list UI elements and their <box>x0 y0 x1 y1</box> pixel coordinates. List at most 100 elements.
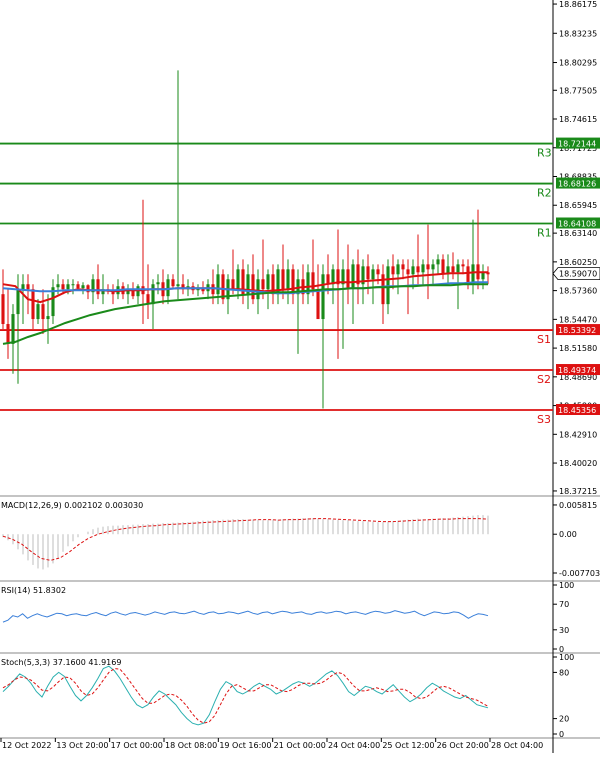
time-tick-label: 25 Oct 12:00 <box>382 741 434 750</box>
candle-body <box>136 286 140 297</box>
price-tick-label: 18.86175 <box>559 0 597 9</box>
time-tick-label: 17 Oct 00:00 <box>111 741 163 750</box>
current-price-text: 18.59070 <box>559 270 597 279</box>
candle-body <box>81 285 85 289</box>
candle-body <box>321 274 325 320</box>
candle-body <box>441 259 445 275</box>
price-tick-label: 18.37215 <box>559 487 597 496</box>
candle-body <box>216 274 220 295</box>
time-tick-label: 13 Oct 20:00 <box>56 741 108 750</box>
candle-body <box>461 264 465 267</box>
candle-body <box>266 274 270 290</box>
candle-body <box>231 279 235 290</box>
candle-body <box>166 279 170 297</box>
price-tick-label: 18.63140 <box>559 229 597 238</box>
time-tick-label: 18 Oct 08:00 <box>165 741 217 750</box>
rsi-tick-label: 70 <box>559 600 569 609</box>
candle-body <box>71 284 75 286</box>
time-tick-label: 21 Oct 00:00 <box>274 741 326 750</box>
rsi-tick-label: 100 <box>559 581 574 590</box>
candle-body <box>346 269 350 290</box>
candle-body <box>151 284 155 305</box>
candle-body <box>451 266 455 273</box>
candle-body <box>286 269 290 290</box>
level-price-tag-text: 18.64108 <box>558 220 596 229</box>
candle-body <box>41 304 45 320</box>
stoch-tick-label: 20 <box>559 715 569 724</box>
candle-body <box>481 272 485 280</box>
candle-body <box>6 324 10 344</box>
candle-body <box>261 279 265 290</box>
level-price-tag-text: 18.72144 <box>558 140 596 149</box>
rsi-line <box>2 610 489 623</box>
candle-body <box>156 282 160 285</box>
macd-tick-label: 0.005815 <box>559 501 597 510</box>
moving-average-line <box>2 271 488 304</box>
candle-body <box>21 284 25 290</box>
candle-body <box>366 266 370 280</box>
candle-body <box>401 264 405 270</box>
rsi-label: RSI(14) 51.8302 <box>1 586 66 595</box>
stoch-label: Stoch(5,3,3) 37.1600 41.9169 <box>1 658 121 667</box>
time-tick-label: 26 Oct 20:00 <box>437 741 489 750</box>
stoch-k-line <box>2 665 489 726</box>
macd-tick-label: 0.00 <box>559 530 577 539</box>
candle-body <box>466 266 470 285</box>
level-label-s1: S1 <box>537 333 551 346</box>
price-tick-label: 18.77505 <box>559 86 597 95</box>
level-label-r3: R3 <box>537 147 552 160</box>
price-tick-label: 18.54470 <box>559 315 597 324</box>
candle-body <box>406 269 410 275</box>
level-price-tag-text: 18.45356 <box>558 406 596 415</box>
level-label-r2: R2 <box>537 187 552 200</box>
candle-body <box>31 289 35 320</box>
price-tick-label: 18.40020 <box>559 459 597 468</box>
candle-body <box>326 274 330 285</box>
candle-body <box>171 279 175 287</box>
candle-body <box>61 284 65 290</box>
level-price-tag-text: 18.49374 <box>558 366 596 375</box>
candle-body <box>256 279 260 300</box>
candle-body <box>371 269 375 280</box>
candle-body <box>376 269 380 275</box>
candle-body <box>176 284 180 287</box>
candle-body <box>291 269 295 295</box>
candle-body <box>351 264 355 290</box>
candle-body <box>316 289 320 320</box>
level-label-s2: S2 <box>537 373 551 386</box>
price-tick-label: 18.57360 <box>559 287 597 296</box>
level-label-s3: S3 <box>537 413 551 426</box>
price-tick-label: 18.80295 <box>559 59 597 68</box>
time-tick-label: 12 Oct 2022 <box>2 741 51 750</box>
candle-body <box>431 264 435 270</box>
candle-body <box>46 316 50 320</box>
candle-body <box>391 266 395 275</box>
candle-body <box>66 284 70 290</box>
rsi-tick-label: 30 <box>559 626 569 635</box>
price-tick-label: 18.42910 <box>559 430 597 439</box>
candle-body <box>26 284 30 290</box>
candle-body <box>211 284 215 295</box>
level-price-tag-text: 18.68126 <box>558 180 596 189</box>
level-label-r1: R1 <box>537 227 552 240</box>
level-price-tag-text: 18.53392 <box>558 326 596 335</box>
candle-body <box>396 264 400 275</box>
moving-average-line <box>2 283 488 345</box>
price-tick-label: 18.74615 <box>559 115 597 124</box>
time-tick-label: 19 Oct 16:00 <box>219 741 271 750</box>
stoch-tick-label: 100 <box>559 653 574 662</box>
time-tick-label: 28 Oct 04:00 <box>491 741 543 750</box>
candle-body <box>456 264 460 273</box>
candle-body <box>436 259 440 265</box>
macd-label: MACD(12,26,9) 0.002102 0.003030 <box>1 501 143 510</box>
time-tick-label: 24 Oct 04:00 <box>328 741 380 750</box>
candle-body <box>426 264 430 270</box>
candle-body <box>36 304 40 320</box>
candle-body <box>1 294 5 325</box>
candle-body <box>251 274 255 300</box>
macd-signal-line <box>2 518 489 561</box>
candle-body <box>411 266 415 275</box>
stoch-tick-label: 0 <box>559 730 564 739</box>
candle-body <box>96 279 100 295</box>
trading-chart: 18.86175 18.83235 18.80295 18.77505 18.74615… <box>0 0 600 753</box>
